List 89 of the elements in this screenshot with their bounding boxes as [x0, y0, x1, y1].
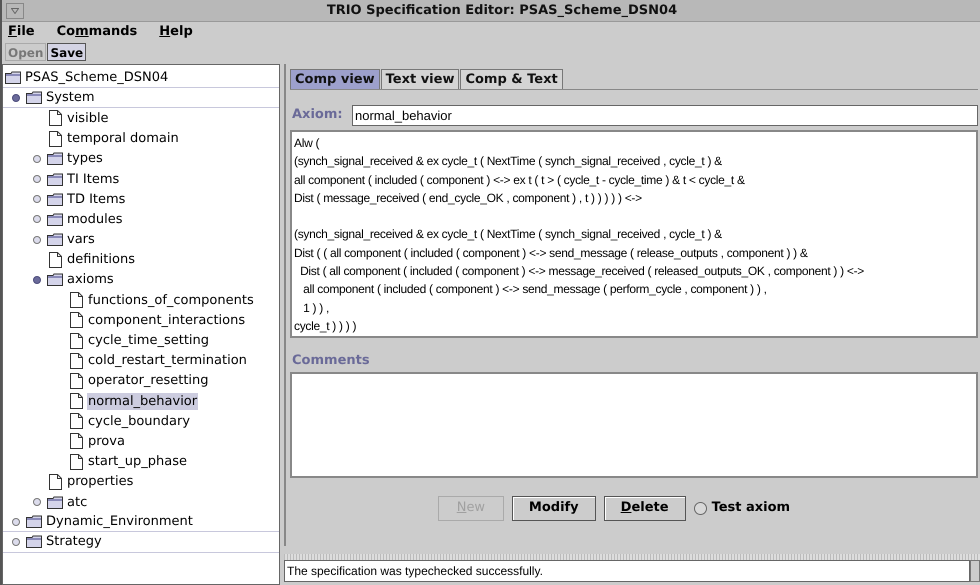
formula-line: all component ( included ( component ) <-> send_message ( perform_cycle , component ) ) ,	[302, 281, 767, 298]
document-icon	[70, 332, 82, 349]
scrollbar[interactable]	[970, 560, 980, 582]
document-icon	[70, 413, 82, 430]
formula-line: (synch_signal_received & ex cycle_t ( NextTime ( synch_signal_received , cycle_t ) &	[294, 153, 722, 170]
tree-item[interactable]: definitions	[66, 251, 136, 268]
expand-handle[interactable]	[33, 236, 41, 244]
tree-item[interactable]: types	[66, 150, 104, 168]
document-icon	[70, 352, 82, 369]
window-title: TRIO Specification Editor: PSAS_Scheme_DSN04	[326, 2, 678, 20]
expand-handle[interactable]	[33, 175, 41, 184]
folder-icon	[47, 212, 63, 226]
test-axiom-radio[interactable]	[694, 502, 707, 514]
tree-item[interactable]: cycle_time_setting	[87, 332, 210, 350]
tree-item[interactable]: normal_behavior	[87, 392, 198, 410]
comments-label: Comments	[291, 352, 371, 370]
tab[interactable]: Comp view	[290, 69, 380, 89]
formula-line: (synch_signal_received & ex cycle_t ( NextTime ( synch_signal_received , cycle_t ) &	[294, 226, 722, 244]
tree-item[interactable]: vars	[66, 231, 96, 248]
document-icon	[70, 292, 82, 308]
folder-icon	[47, 273, 63, 286]
formula-line: Alw (	[294, 135, 320, 152]
tree-item[interactable]: component_interactions	[87, 312, 246, 329]
folder-icon	[47, 496, 63, 509]
toolbar-button[interactable]: Save	[47, 43, 86, 61]
folder-icon	[47, 233, 63, 246]
document-icon	[70, 312, 82, 328]
expand-handle[interactable]	[33, 154, 41, 163]
formula-line: 1 ) ) ,	[302, 300, 330, 317]
tree-item[interactable]: atc	[66, 494, 88, 511]
axiom-label: Axiom:	[291, 106, 344, 124]
tree-item[interactable]: properties	[66, 473, 134, 490]
window-menu-button[interactable]	[6, 2, 24, 18]
formula-editor[interactable]	[290, 130, 978, 338]
document-icon	[48, 110, 62, 126]
caret-icon	[11, 8, 19, 14]
expand-handle[interactable]	[12, 518, 20, 526]
document-icon	[48, 252, 62, 268]
menu-item[interactable]: Help	[159, 22, 193, 42]
tree-item[interactable]: System	[45, 89, 96, 106]
folder-icon	[47, 172, 63, 186]
tree-item[interactable]: prova	[87, 432, 126, 450]
folder-icon	[47, 192, 63, 206]
tree-item[interactable]: TI Items	[66, 170, 120, 188]
document-icon	[70, 372, 82, 389]
folder-icon	[5, 71, 21, 84]
tree-item[interactable]: cycle_boundary	[87, 412, 192, 430]
formula-line: all component ( included ( component ) <-> ex t ( t > ( cycle_t - cycle_time ) & t < cycle_t &	[294, 172, 745, 189]
tab[interactable]: Comp & Text	[460, 69, 563, 89]
formula-line: cycle_t ) ) ) )	[294, 318, 356, 335]
folder-icon	[47, 152, 63, 166]
expand-handle[interactable]	[33, 195, 41, 204]
expand-handle[interactable]	[33, 276, 41, 284]
tree-item[interactable]: functions_of_components	[87, 292, 255, 309]
tree-root[interactable]: PSAS_Scheme_DSN04	[25, 68, 168, 88]
comments-field[interactable]	[290, 372, 978, 478]
expand-handle[interactable]	[33, 215, 41, 224]
folder-icon	[26, 535, 42, 548]
folder-icon	[26, 515, 42, 528]
folder-icon	[26, 91, 42, 104]
formula-line: Dist ( all component ( included ( component ) <-> message_received ( released_outputs_OK , component ) ) <->	[299, 263, 864, 280]
document-icon	[70, 454, 82, 470]
expand-handle[interactable]	[12, 94, 20, 102]
tree-item[interactable]: cold_restart_termination	[87, 352, 248, 370]
tree-item[interactable]: TD Items	[66, 190, 126, 208]
tree-item[interactable]: temporal domain	[66, 130, 180, 148]
tree-item[interactable]: start_up_phase	[87, 453, 188, 470]
tab[interactable]: Text view	[380, 69, 460, 89]
menu-item[interactable]: Commands	[56, 22, 138, 42]
axiom-field[interactable]: normal_behavior	[352, 104, 978, 126]
document-icon	[70, 393, 82, 410]
action-button[interactable]: Delete	[604, 496, 686, 520]
tree-item[interactable]: visible	[66, 110, 110, 127]
formula-line: Dist ( ( all component ( included ( component ) <-> send_message ( release_outputs , component ) ) &	[294, 244, 808, 262]
test-axiom-label: Test axiom	[712, 499, 790, 518]
document-icon	[48, 474, 62, 490]
menu-item[interactable]: File	[8, 22, 35, 42]
tree-item[interactable]: Dynamic_Environment	[45, 513, 194, 530]
document-icon	[48, 130, 62, 147]
expand-handle[interactable]	[33, 498, 41, 506]
expand-handle[interactable]	[12, 538, 20, 546]
tree-item[interactable]: Strategy	[45, 533, 103, 550]
formula-line: Dist ( message_received ( end_cycle_OK , component ) , t ) ) ) ) ) <->	[294, 190, 642, 207]
status-field: The specification was typechecked successfully.	[284, 560, 970, 582]
document-icon	[70, 433, 82, 450]
tree-item[interactable]: operator_resetting	[87, 372, 210, 390]
action-button[interactable]: Modify	[512, 496, 596, 520]
tree-item[interactable]: modules	[66, 210, 124, 228]
tree-item[interactable]: axioms	[66, 271, 115, 288]
